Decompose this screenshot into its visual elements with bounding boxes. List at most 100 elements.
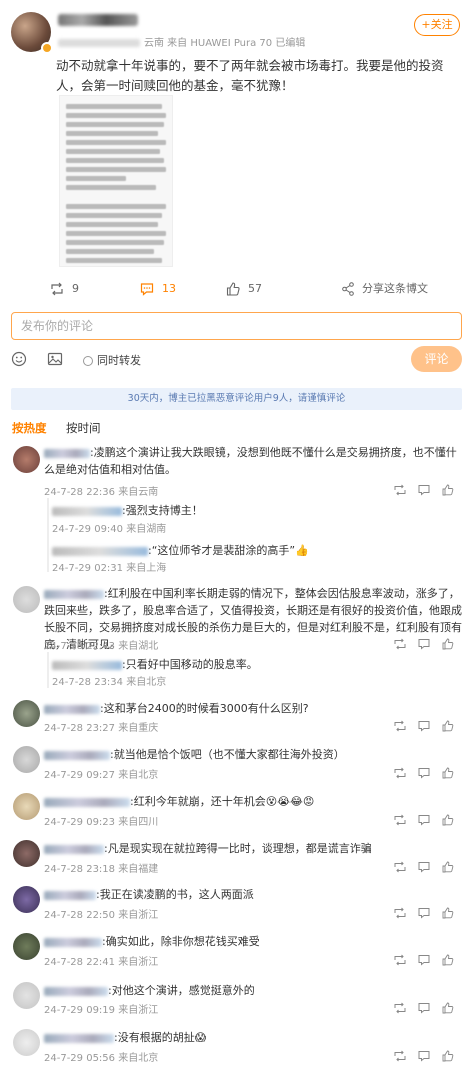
author-avatar[interactable] bbox=[11, 12, 53, 54]
repost-icon[interactable] bbox=[394, 814, 406, 826]
follow-button[interactable]: +关注 bbox=[414, 14, 460, 36]
reply-text: :强烈支持博主！ bbox=[52, 502, 457, 519]
repost-icon[interactable] bbox=[394, 1050, 406, 1062]
like-icon[interactable] bbox=[442, 720, 454, 732]
reply-meta: 24-7-29 02:31 来自上海 bbox=[52, 563, 167, 574]
repost-button[interactable]: 9 bbox=[50, 278, 79, 300]
reply-icon[interactable] bbox=[418, 720, 430, 732]
commenter-avatar[interactable] bbox=[13, 982, 40, 1009]
comment-text: :红利今年就崩，还十年机会😵😭😂😡 bbox=[44, 793, 462, 810]
commenter-avatar[interactable] bbox=[13, 840, 40, 867]
commenter-avatar[interactable] bbox=[13, 446, 40, 473]
commenter-avatar[interactable] bbox=[13, 700, 40, 727]
comment-actions bbox=[394, 767, 456, 781]
like-icon[interactable] bbox=[442, 1050, 454, 1062]
share-label: 分享这条博文 bbox=[362, 282, 428, 295]
comment-meta: 24-7-29 09:27 来自北京 bbox=[44, 770, 159, 781]
repost-icon[interactable] bbox=[394, 767, 406, 779]
submit-comment-button[interactable]: 评论 bbox=[411, 346, 462, 372]
comment-meta: 24-7-28 22:43 来自湖北 bbox=[44, 641, 159, 652]
author-name[interactable] bbox=[58, 14, 138, 26]
repost-icon[interactable] bbox=[394, 484, 406, 496]
reply-icon[interactable] bbox=[418, 907, 430, 919]
like-icon[interactable] bbox=[442, 814, 454, 826]
image-text-line bbox=[66, 213, 162, 218]
commenter-name[interactable] bbox=[44, 937, 102, 947]
reply-text: :“这位师爷才是裴甜涂的高手”👍 bbox=[52, 542, 457, 559]
commenter-name[interactable] bbox=[44, 589, 104, 599]
image-text-line bbox=[66, 240, 164, 245]
image-text-line bbox=[66, 185, 156, 190]
verified-badge-icon bbox=[41, 42, 53, 54]
like-icon[interactable] bbox=[442, 954, 454, 966]
comment-body: :没有根据的胡扯😱 bbox=[114, 1031, 207, 1044]
repost-checkbox[interactable]: 同时转发 bbox=[83, 352, 141, 368]
image-text-line bbox=[66, 204, 166, 209]
reply-author-name[interactable] bbox=[52, 546, 148, 556]
repost-icon[interactable] bbox=[394, 954, 406, 966]
commenter-name[interactable] bbox=[44, 448, 90, 458]
commenter-name[interactable] bbox=[44, 844, 104, 854]
repost-icon[interactable] bbox=[394, 1002, 406, 1014]
commenter-avatar[interactable] bbox=[13, 793, 40, 820]
image-text-line bbox=[66, 104, 162, 109]
like-icon[interactable] bbox=[442, 1002, 454, 1014]
commenter-name[interactable] bbox=[44, 1033, 114, 1043]
commenter-avatar[interactable] bbox=[13, 886, 40, 913]
comment-text: :没有根据的胡扯😱 bbox=[44, 1029, 462, 1046]
repost-icon bbox=[51, 282, 63, 296]
share-button[interactable]: 分享这条博文 bbox=[342, 278, 428, 300]
repost-icon[interactable] bbox=[394, 861, 406, 873]
image-icon[interactable] bbox=[47, 351, 63, 367]
like-button[interactable]: 57 bbox=[226, 278, 262, 300]
reply-author-name[interactable] bbox=[52, 660, 122, 670]
image-text-line bbox=[66, 249, 154, 254]
like-count: 57 bbox=[248, 282, 262, 295]
repost-icon[interactable] bbox=[394, 720, 406, 732]
comment-text: :就当他是恰个饭吧（也不懂大家都往海外投资） bbox=[44, 746, 462, 763]
repost-icon[interactable] bbox=[394, 907, 406, 919]
reply-icon[interactable] bbox=[418, 484, 430, 496]
reply-icon[interactable] bbox=[418, 638, 430, 650]
commenter-name[interactable] bbox=[44, 986, 108, 996]
commenter-avatar[interactable] bbox=[13, 933, 40, 960]
reply-icon[interactable] bbox=[418, 1002, 430, 1014]
reply-icon[interactable] bbox=[418, 767, 430, 779]
comment-meta: 24-7-28 22:41 来自浙江 bbox=[44, 957, 159, 968]
commenter-name[interactable] bbox=[44, 750, 110, 760]
commenter-name[interactable] bbox=[44, 890, 96, 900]
comment-actions bbox=[394, 1002, 456, 1016]
image-text-line bbox=[66, 258, 162, 263]
like-icon[interactable] bbox=[442, 907, 454, 919]
tab-sort-time[interactable]: 按时间 bbox=[66, 420, 101, 436]
post-image[interactable] bbox=[59, 95, 173, 267]
commenter-name[interactable] bbox=[44, 704, 100, 714]
like-icon[interactable] bbox=[442, 484, 454, 496]
comment-actions bbox=[394, 484, 456, 498]
commenter-name[interactable] bbox=[44, 797, 130, 807]
emoji-icon[interactable] bbox=[11, 351, 27, 367]
commenter-avatar[interactable] bbox=[13, 1029, 40, 1056]
commenter-avatar[interactable] bbox=[13, 746, 40, 773]
comment-button[interactable]: 13 bbox=[140, 278, 176, 300]
reply-icon[interactable] bbox=[418, 954, 430, 966]
repost-icon[interactable] bbox=[394, 638, 406, 650]
comment-body: :凡是现实现在就拉跨得一比时，谈理想，都是谎言诈骗 bbox=[104, 842, 372, 855]
reply-body: :只看好中国移动的股息率。 bbox=[122, 658, 258, 671]
tab-sort-hot[interactable]: 按热度 bbox=[12, 420, 47, 436]
like-icon[interactable] bbox=[442, 861, 454, 873]
comment-body: :就当他是恰个饭吧（也不懂大家都往海外投资） bbox=[110, 748, 345, 761]
like-icon bbox=[226, 282, 240, 296]
comment-meta: 24-7-29 09:19 来自浙江 bbox=[44, 1005, 159, 1016]
comment-input[interactable]: 发布你的评论 bbox=[11, 312, 462, 340]
repost-checkbox-label: 同时转发 bbox=[97, 354, 141, 367]
like-icon[interactable] bbox=[442, 638, 454, 650]
commenter-avatar[interactable] bbox=[13, 586, 40, 613]
reply-icon[interactable] bbox=[418, 861, 430, 873]
image-text-line bbox=[66, 158, 164, 163]
reply-icon[interactable] bbox=[418, 1050, 430, 1062]
like-icon[interactable] bbox=[442, 767, 454, 779]
comment-text: :这和茅台2400的时候看3000有什么区别? bbox=[44, 700, 462, 717]
reply-icon[interactable] bbox=[418, 814, 430, 826]
reply-author-name[interactable] bbox=[52, 506, 122, 516]
